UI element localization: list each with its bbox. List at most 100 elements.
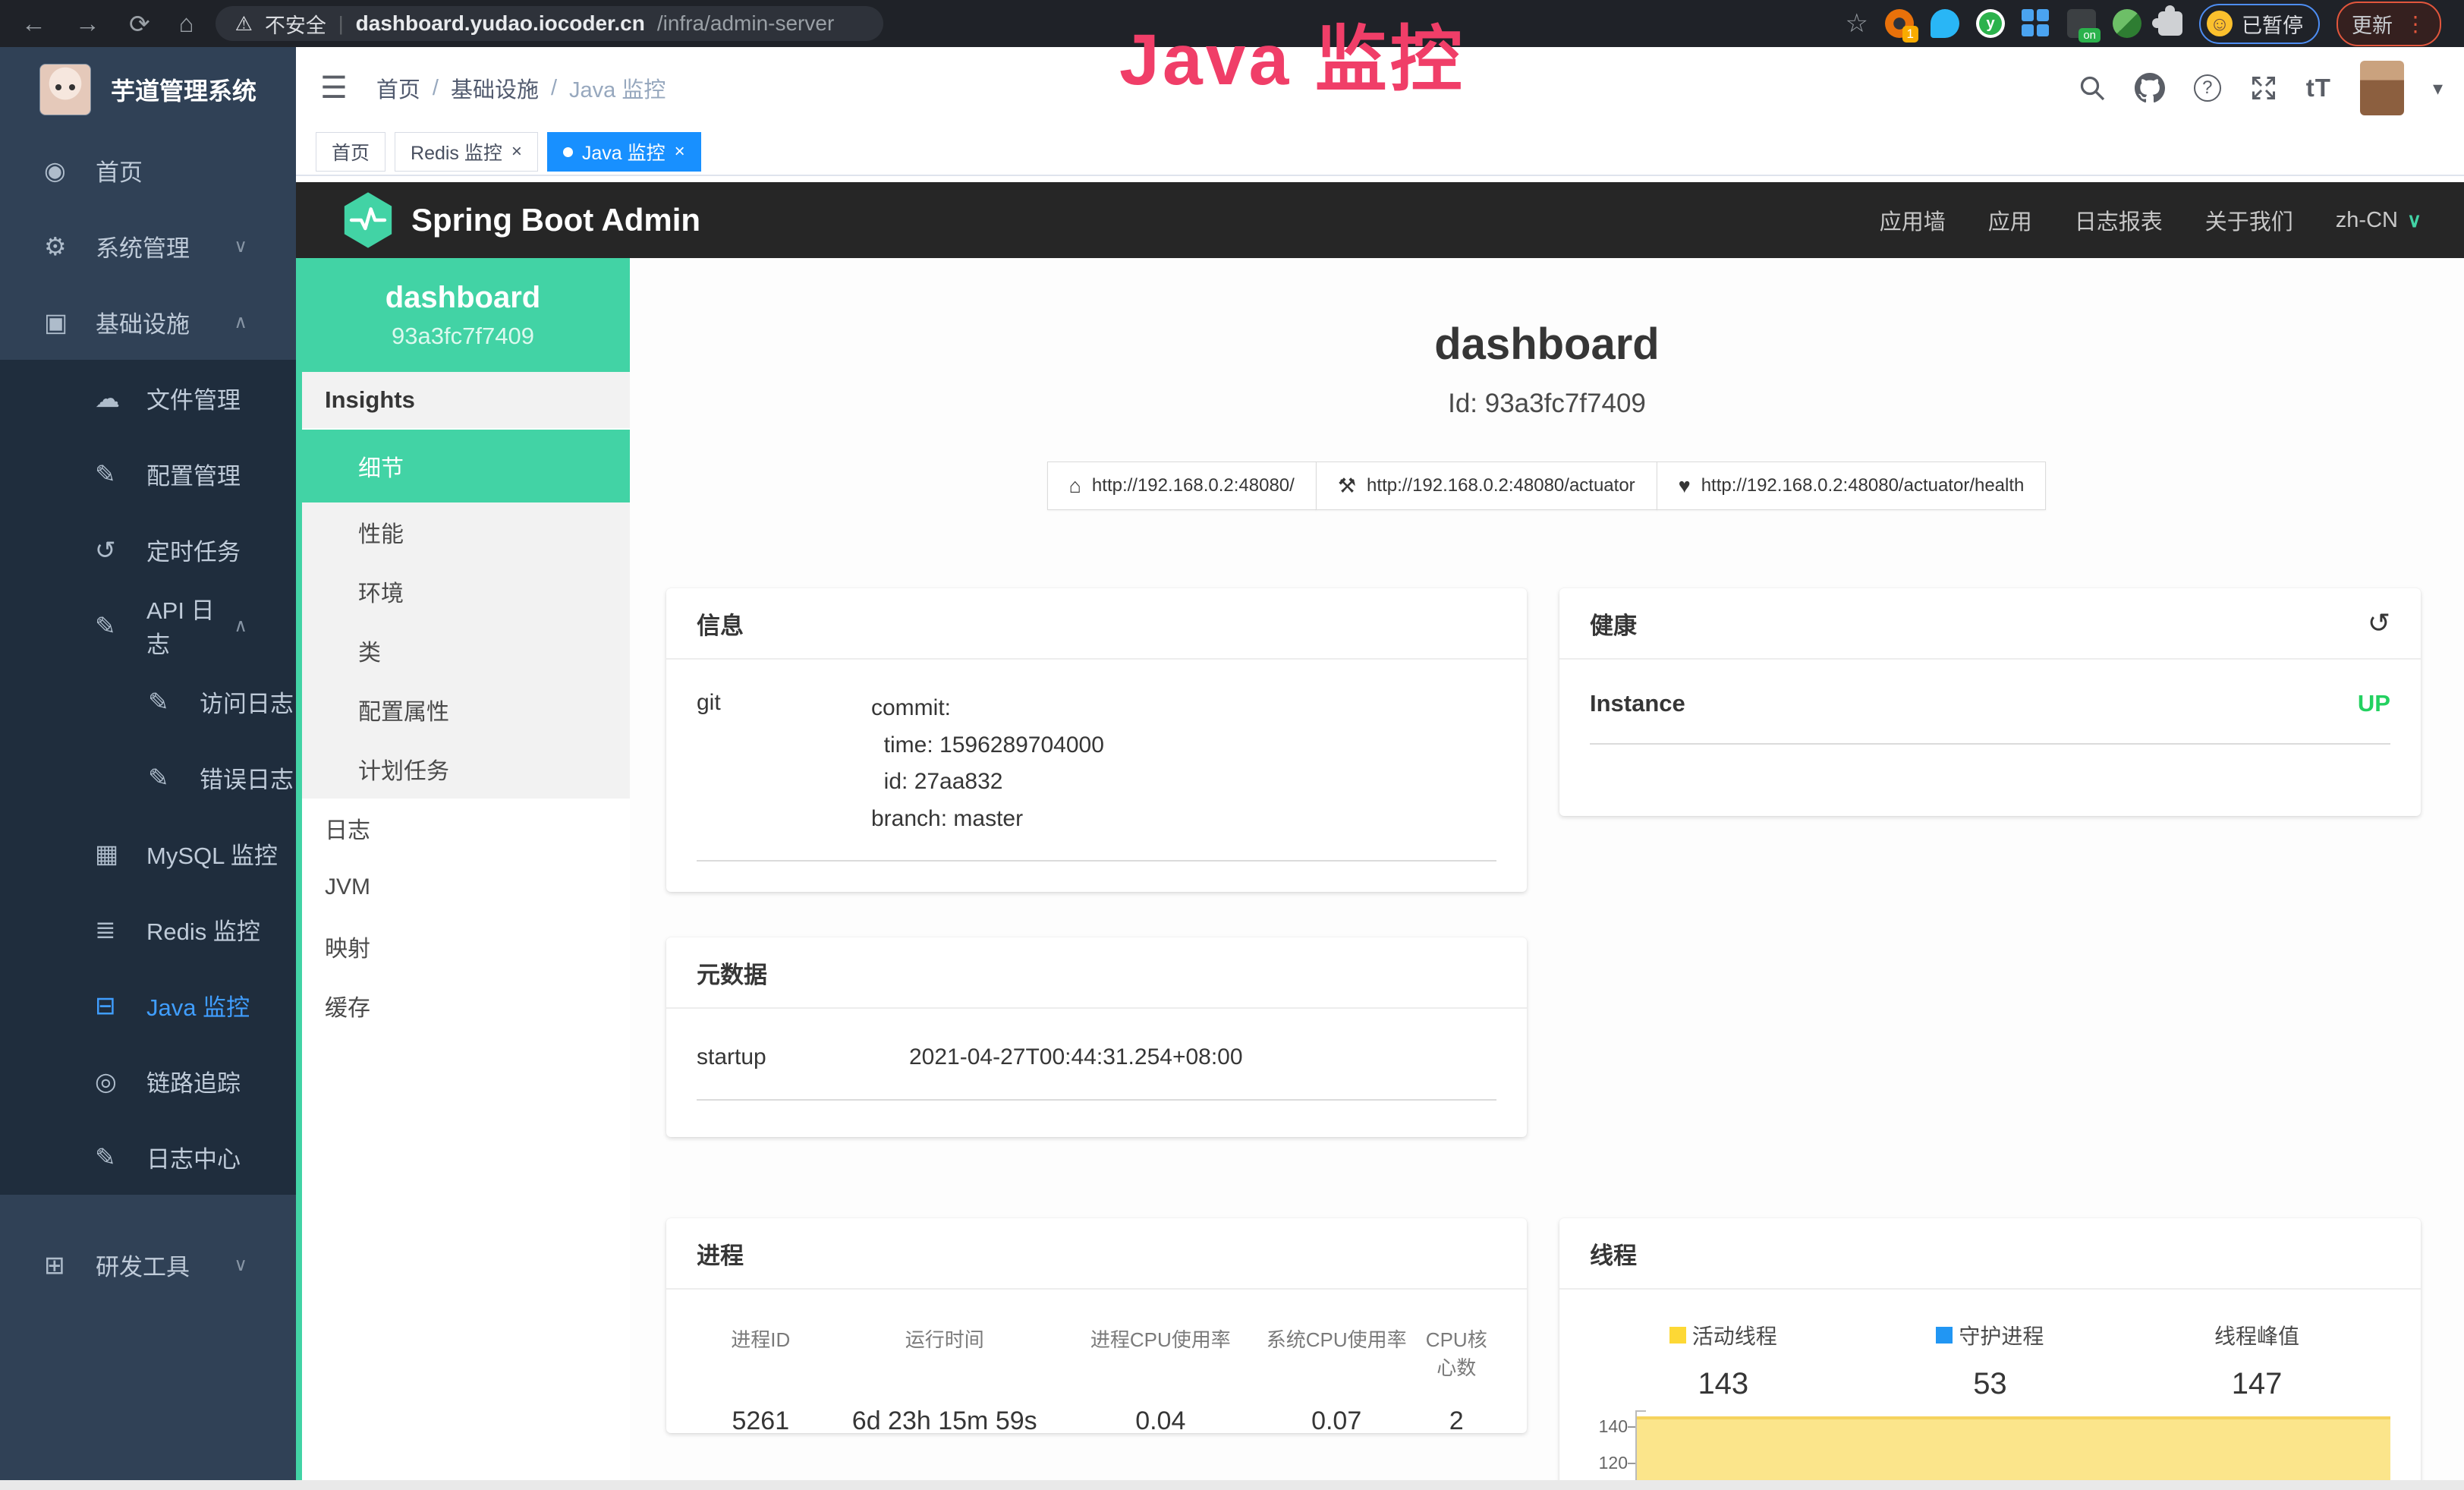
nav-item-scheduled-tasks[interactable]: 计划任务: [296, 739, 630, 799]
sidebar-item-access-logs[interactable]: ✎ 访问日志: [0, 663, 296, 739]
update-button[interactable]: 更新 ⋮: [2337, 2, 2441, 46]
sba-nav-journal[interactable]: 日志报表: [2075, 204, 2163, 236]
extension-green-icon[interactable]: y: [1976, 9, 2005, 38]
sba-language-select[interactable]: zh-CN ∨: [2336, 208, 2422, 233]
help-icon[interactable]: ?: [2194, 74, 2221, 102]
health-url-button[interactable]: ♥ http://192.168.0.2:48080/actuator/heal…: [1657, 461, 2047, 510]
extensions-puzzle-icon[interactable]: [2158, 11, 2182, 36]
sidebar-item-api-logs[interactable]: ✎ API 日志 ∧: [0, 587, 296, 663]
sba-logo[interactable]: Spring Boot Admin: [343, 192, 700, 248]
history-icon[interactable]: ↺: [2368, 607, 2390, 639]
close-icon[interactable]: ×: [511, 141, 522, 162]
sidebar-item-home[interactable]: ◉ 首页: [0, 132, 296, 208]
header-actions: ? tT ▾: [2079, 61, 2464, 115]
nav-item-classes[interactable]: 类: [296, 621, 630, 680]
threads-card-title: 线程: [1590, 1236, 1637, 1271]
metadata-card-header: 元数据: [666, 937, 1527, 1009]
address-bar[interactable]: ⚠ 不安全 | dashboard.yudao.iocoder.cn /infr…: [216, 6, 883, 41]
tab-home[interactable]: 首页: [316, 132, 385, 172]
forward-icon[interactable]: →: [75, 9, 100, 38]
nav-item-environment[interactable]: 环境: [296, 562, 630, 621]
close-icon[interactable]: ×: [675, 141, 685, 162]
hamburger-icon[interactable]: ☰: [296, 71, 348, 106]
extension-on-badge: on: [2079, 28, 2101, 43]
service-url-button[interactable]: ⌂ http://192.168.0.2:48080/: [1047, 461, 1317, 510]
sidebar-item-file-mgmt[interactable]: ☁ 文件管理: [0, 360, 296, 436]
sidebar-item-label: 文件管理: [146, 381, 241, 415]
app-logo-row[interactable]: 芋道管理系统: [0, 47, 296, 132]
search-icon[interactable]: [2079, 74, 2106, 102]
instance-detail-page: dashboard Id: 93a3fc7f7409 ⌂ http://192.…: [630, 258, 2464, 1490]
health-card-title: 健康: [1590, 606, 1637, 641]
caret-down-icon[interactable]: ▾: [2433, 77, 2443, 100]
extension-leaf-icon[interactable]: [2113, 9, 2141, 38]
sidebar-item-scheduled-jobs[interactable]: ↺ 定时任务: [0, 512, 296, 587]
github-icon[interactable]: [2135, 73, 2165, 103]
y-axis-tick: 140: [1590, 1416, 1628, 1437]
sidebar-item-label: 日志中心: [146, 1140, 241, 1174]
sidebar-item-label: MySQL 监控: [146, 836, 278, 871]
column-header: CPU核心数: [1417, 1325, 1496, 1381]
annotation-java-monitor: Java 监控: [1119, 2, 1465, 106]
nav-item-jvm[interactable]: JVM: [296, 858, 630, 917]
sidebar-item-label: 链路追踪: [146, 1064, 241, 1098]
sidebar-item-tracing[interactable]: ◎ 链路追踪: [0, 1043, 296, 1119]
actuator-url: http://192.168.0.2:48080/actuator: [1367, 475, 1635, 496]
info-card: 信息 git commit: time: 1596289704000 id: 2…: [666, 588, 1527, 892]
nav-item-details[interactable]: 细节: [296, 430, 630, 502]
sidebar-item-dev-tools[interactable]: ⊞ 研发工具 ∨: [0, 1227, 296, 1303]
sidebar-item-label: 首页: [96, 153, 143, 187]
breadcrumb-infrastructure[interactable]: 基础设施: [451, 72, 539, 104]
system-cpu-usage: 0.07: [1257, 1407, 1417, 1436]
sba-nav-wallboard[interactable]: 应用墙: [1880, 204, 1946, 236]
log-icon: ✎: [148, 763, 189, 792]
paused-badge[interactable]: ☺ 已暂停: [2199, 4, 2320, 44]
sidebar-item-config-mgmt[interactable]: ✎ 配置管理: [0, 436, 296, 512]
nav-item-caches[interactable]: 缓存: [296, 976, 630, 1035]
active-dot-icon: [563, 147, 573, 157]
process-uptime: 6d 23h 15m 59s: [825, 1407, 1065, 1436]
sidebar-item-infrastructure[interactable]: ▣ 基础设施 ∧: [0, 284, 296, 360]
menu-dots-icon[interactable]: ⋮: [2405, 11, 2426, 36]
sidebar-item-redis-monitor[interactable]: ≣ Redis 监控: [0, 891, 296, 967]
health-url: http://192.168.0.2:48080/actuator/health: [1701, 475, 2025, 496]
sidebar-item-log-center[interactable]: ✎ 日志中心: [0, 1119, 296, 1195]
health-card-body: Instance UP: [1559, 660, 2421, 775]
user-avatar[interactable]: [2360, 61, 2404, 115]
tab-redis-monitor[interactable]: Redis 监控 ×: [395, 132, 538, 172]
bookmark-star-icon[interactable]: ☆: [1846, 8, 1868, 39]
nav-item-mappings[interactable]: 映射: [296, 917, 630, 976]
instance-header[interactable]: dashboard 93a3fc7f7409: [296, 258, 630, 372]
instance-sidebar: dashboard 93a3fc7f7409 Insights 细节 性能 环境…: [296, 258, 630, 1490]
tab-bar: 首页 Redis 监控 × Java 监控 ×: [296, 129, 2464, 176]
nav-item-config-props[interactable]: 配置属性: [296, 680, 630, 739]
sidebar-item-error-logs[interactable]: ✎ 错误日志: [0, 739, 296, 815]
breadcrumb-home[interactable]: 首页: [376, 72, 420, 104]
reload-icon[interactable]: ⟳: [129, 9, 150, 39]
tab-java-monitor[interactable]: Java 监控 ×: [547, 132, 701, 172]
insights-panel: Insights 细节 性能 环境 类 配置属性 计划任务: [296, 372, 630, 799]
back-icon[interactable]: ←: [21, 9, 46, 38]
fullscreen-icon[interactable]: [2250, 74, 2277, 102]
extension-grid-icon[interactable]: [2022, 9, 2050, 38]
metadata-card-title: 元数据: [697, 956, 767, 990]
font-size-icon[interactable]: tT: [2306, 74, 2331, 102]
home-icon[interactable]: ⌂: [179, 9, 194, 38]
actuator-url-button[interactable]: ⚒ http://192.168.0.2:48080/actuator: [1316, 461, 1657, 510]
nav-item-logs[interactable]: 日志: [296, 799, 630, 858]
extension-on-icon[interactable]: on: [2067, 9, 2096, 38]
screen: ← → ⟳ ⌂ ⚠ 不安全 | dashboard.yudao.iocoder.…: [0, 0, 2464, 1490]
sba-nav-about[interactable]: 关于我们: [2205, 204, 2293, 236]
instance-app-name: dashboard: [385, 281, 540, 315]
info-card-header: 信息: [666, 588, 1527, 660]
extension-pin-icon[interactable]: [1931, 9, 1959, 38]
log-icon: ✎: [148, 687, 189, 717]
extension-orange-icon[interactable]: 1: [1885, 9, 1914, 38]
sidebar-item-mysql-monitor[interactable]: ▦ MySQL 监控: [0, 815, 296, 891]
sidebar-item-system-mgmt[interactable]: ⚙ 系统管理 ∨: [0, 208, 296, 284]
nav-item-metrics[interactable]: 性能: [296, 502, 630, 562]
info-key: git: [697, 690, 871, 837]
legend-yellow-icon: [1669, 1327, 1686, 1344]
sba-nav-applications[interactable]: 应用: [1988, 204, 2032, 236]
sidebar-item-java-monitor[interactable]: ⊟ Java 监控: [0, 967, 296, 1043]
